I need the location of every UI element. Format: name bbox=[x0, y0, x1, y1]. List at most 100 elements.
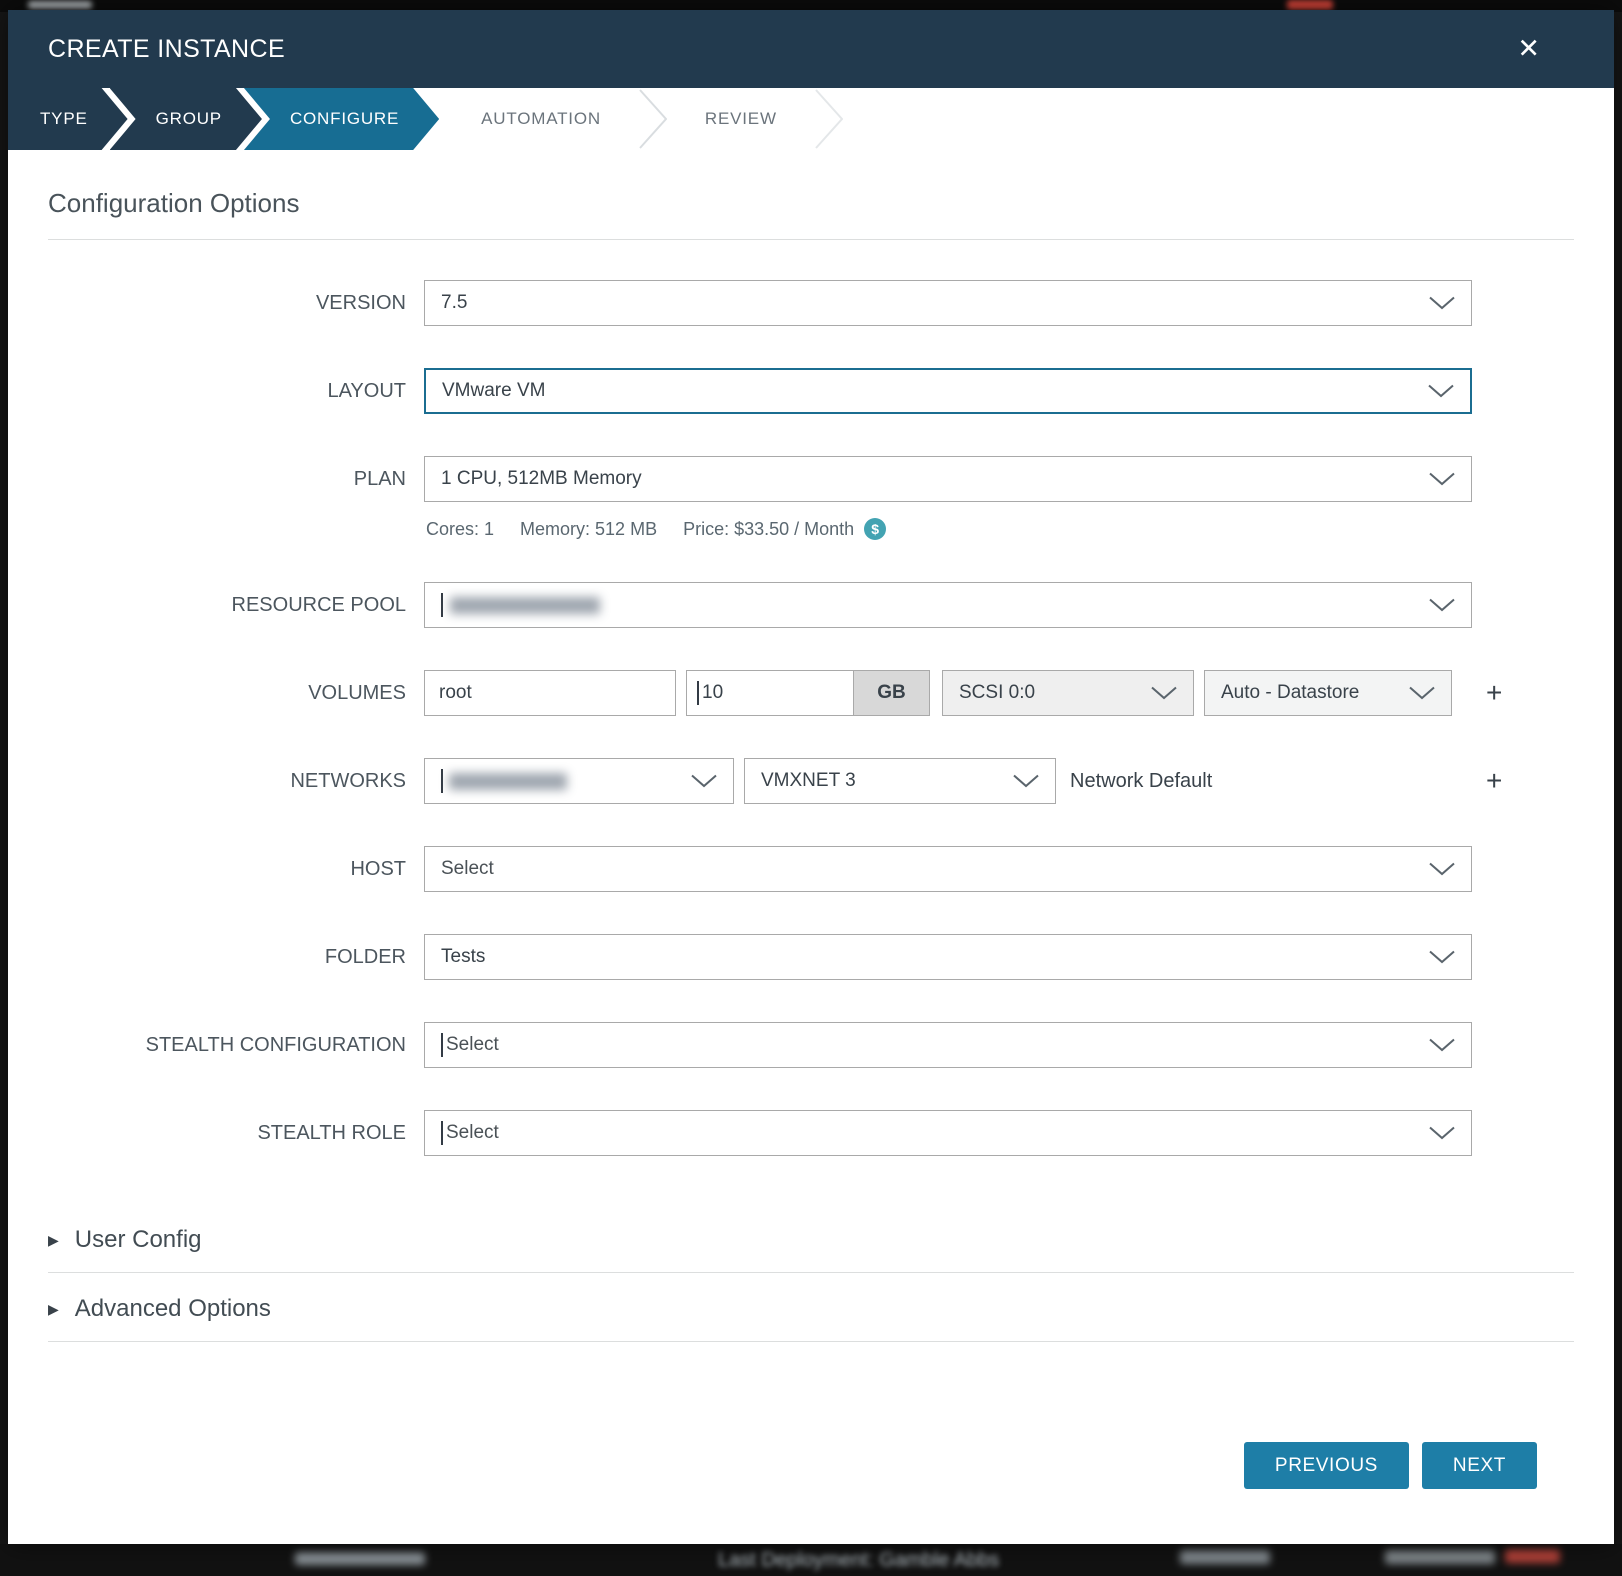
chevron-down-icon bbox=[1428, 385, 1454, 398]
plan-memory: Memory: 512 MB bbox=[520, 519, 657, 540]
volume-size-input[interactable]: 10 bbox=[686, 670, 854, 716]
host-label: HOST bbox=[48, 846, 424, 892]
host-select-placeholder: Select bbox=[441, 858, 494, 880]
page-title: Configuration Options bbox=[48, 188, 1574, 240]
folder-select[interactable]: Tests bbox=[424, 934, 1472, 980]
background-blur-blob bbox=[28, 1, 92, 9]
text-cursor bbox=[441, 1121, 443, 1145]
section-user-config-label: User Config bbox=[75, 1226, 202, 1254]
volume-datastore-select[interactable]: Auto - Datastore bbox=[1204, 670, 1452, 716]
triangle-right-icon: ▶ bbox=[48, 1232, 59, 1249]
triangle-right-icon: ▶ bbox=[48, 1301, 59, 1318]
text-cursor bbox=[441, 769, 443, 793]
step-group[interactable]: GROUP bbox=[110, 88, 262, 150]
next-button[interactable]: NEXT bbox=[1422, 1442, 1537, 1489]
modal-title: CREATE INSTANCE bbox=[48, 35, 285, 64]
networks-label: NETWORKS bbox=[48, 758, 424, 804]
layout-label: LAYOUT bbox=[48, 368, 424, 414]
step-automation[interactable]: AUTOMATION bbox=[439, 88, 643, 150]
volume-name-input[interactable] bbox=[424, 670, 676, 716]
step-review-label: REVIEW bbox=[705, 109, 777, 129]
configure-form: VERSION 7.5 LAYOUT VMware VM bbox=[8, 280, 1614, 1198]
stealth-configuration-label: STEALTH CONFIGURATION bbox=[48, 1022, 424, 1068]
section-user-config[interactable]: ▶ User Config bbox=[48, 1204, 1574, 1273]
background-blur-blob bbox=[1385, 1550, 1495, 1564]
text-cursor bbox=[697, 681, 699, 705]
version-select[interactable]: 7.5 bbox=[424, 280, 1472, 326]
form-row-folder: FOLDER Tests bbox=[8, 934, 1614, 980]
background-blur-blob bbox=[1180, 1550, 1270, 1564]
plan-label: PLAN bbox=[48, 456, 424, 502]
step-review[interactable]: REVIEW bbox=[663, 88, 819, 150]
stealth-configuration-placeholder: Select bbox=[446, 1034, 499, 1056]
step-configure[interactable]: CONFIGURE bbox=[244, 88, 439, 150]
dollar-icon: $ bbox=[864, 518, 886, 540]
volume-controller-select[interactable]: SCSI 0:0 bbox=[942, 670, 1194, 716]
chevron-down-icon bbox=[1429, 863, 1455, 876]
volumes-label: VOLUMES bbox=[48, 670, 424, 716]
close-icon[interactable]: ✕ bbox=[1517, 36, 1540, 63]
chevron-down-icon bbox=[1151, 687, 1177, 700]
form-row-layout: LAYOUT VMware VM bbox=[8, 368, 1614, 414]
chevron-down-icon bbox=[1429, 599, 1455, 612]
plan-info: Cores: 1 Memory: 512 MB Price: $33.50 / … bbox=[424, 518, 1472, 540]
stealth-role-select[interactable]: Select bbox=[424, 1110, 1472, 1156]
form-row-volumes: VOLUMES 10 GB SCSI 0:0 bbox=[8, 670, 1614, 716]
step-automation-label: AUTOMATION bbox=[481, 109, 601, 129]
stealth-role-placeholder: Select bbox=[446, 1122, 499, 1144]
volume-size-unit: GB bbox=[854, 670, 930, 716]
chevron-down-icon bbox=[1429, 951, 1455, 964]
redacted-value bbox=[450, 597, 600, 614]
volume-controller-value: SCSI 0:0 bbox=[959, 682, 1035, 704]
step-group-label: GROUP bbox=[156, 109, 222, 129]
section-advanced-options[interactable]: ▶ Advanced Options bbox=[48, 1273, 1574, 1342]
network-adapter-value: VMXNET 3 bbox=[761, 770, 856, 792]
network-adapter-select[interactable]: VMXNET 3 bbox=[744, 758, 1056, 804]
background-blur-blob bbox=[295, 1552, 425, 1565]
stealth-role-label: STEALTH ROLE bbox=[48, 1110, 424, 1156]
previous-button[interactable]: PREVIOUS bbox=[1244, 1442, 1409, 1489]
form-row-networks: NETWORKS VMXNET 3 Network Default + bbox=[8, 758, 1614, 804]
add-network-button[interactable]: + bbox=[1486, 767, 1502, 795]
step-type[interactable]: TYPE bbox=[8, 88, 128, 150]
chevron-down-icon bbox=[1429, 1127, 1455, 1140]
background-blurred-text: Last Deployment: Gamble Abbs bbox=[718, 1549, 999, 1572]
form-row-version: VERSION 7.5 bbox=[8, 280, 1614, 326]
host-select[interactable]: Select bbox=[424, 846, 1472, 892]
wizard-steps: TYPE GROUP CONFIGURE AUTOMATION REVIEW bbox=[8, 88, 1614, 150]
chevron-down-icon bbox=[1429, 1039, 1455, 1052]
step-type-label: TYPE bbox=[40, 109, 88, 129]
step-configure-label: CONFIGURE bbox=[290, 109, 399, 129]
plan-select-value: 1 CPU, 512MB Memory bbox=[441, 468, 642, 490]
network-select[interactable] bbox=[424, 758, 734, 804]
form-row-stealth-role: STEALTH ROLE Select bbox=[8, 1110, 1614, 1156]
plan-cores: Cores: 1 bbox=[426, 519, 494, 540]
version-select-value: 7.5 bbox=[441, 292, 467, 314]
chevron-down-icon bbox=[1429, 297, 1455, 310]
add-volume-button[interactable]: + bbox=[1486, 679, 1502, 707]
folder-label: FOLDER bbox=[48, 934, 424, 980]
modal-header: CREATE INSTANCE ✕ bbox=[8, 10, 1614, 88]
background-red-blur-blob bbox=[1287, 0, 1333, 10]
layout-select-value: VMware VM bbox=[442, 380, 545, 402]
chevron-down-icon bbox=[1409, 687, 1435, 700]
step-divider-chevron-icon bbox=[815, 88, 843, 150]
resource-pool-select[interactable] bbox=[424, 582, 1472, 628]
form-row-stealth-configuration: STEALTH CONFIGURATION Select bbox=[8, 1022, 1614, 1068]
form-row-resource-pool: RESOURCE POOL bbox=[8, 582, 1614, 628]
modal-footer: PREVIOUS NEXT bbox=[8, 1442, 1614, 1544]
layout-select[interactable]: VMware VM bbox=[424, 368, 1472, 414]
text-cursor bbox=[441, 593, 443, 617]
text-cursor bbox=[441, 1033, 443, 1057]
volume-size-group: 10 GB bbox=[686, 670, 930, 716]
modal-content: Configuration Options VERSION 7.5 LAYOUT… bbox=[8, 150, 1614, 1544]
plan-select[interactable]: 1 CPU, 512MB Memory bbox=[424, 456, 1472, 502]
form-row-host: HOST Select bbox=[8, 846, 1614, 892]
stealth-configuration-select[interactable]: Select bbox=[424, 1022, 1472, 1068]
chevron-down-icon bbox=[691, 775, 717, 788]
folder-select-value: Tests bbox=[441, 946, 485, 968]
chevron-down-icon bbox=[1429, 473, 1455, 486]
redacted-value bbox=[449, 773, 567, 790]
volume-size-value: 10 bbox=[702, 682, 723, 704]
resource-pool-label: RESOURCE POOL bbox=[48, 582, 424, 628]
